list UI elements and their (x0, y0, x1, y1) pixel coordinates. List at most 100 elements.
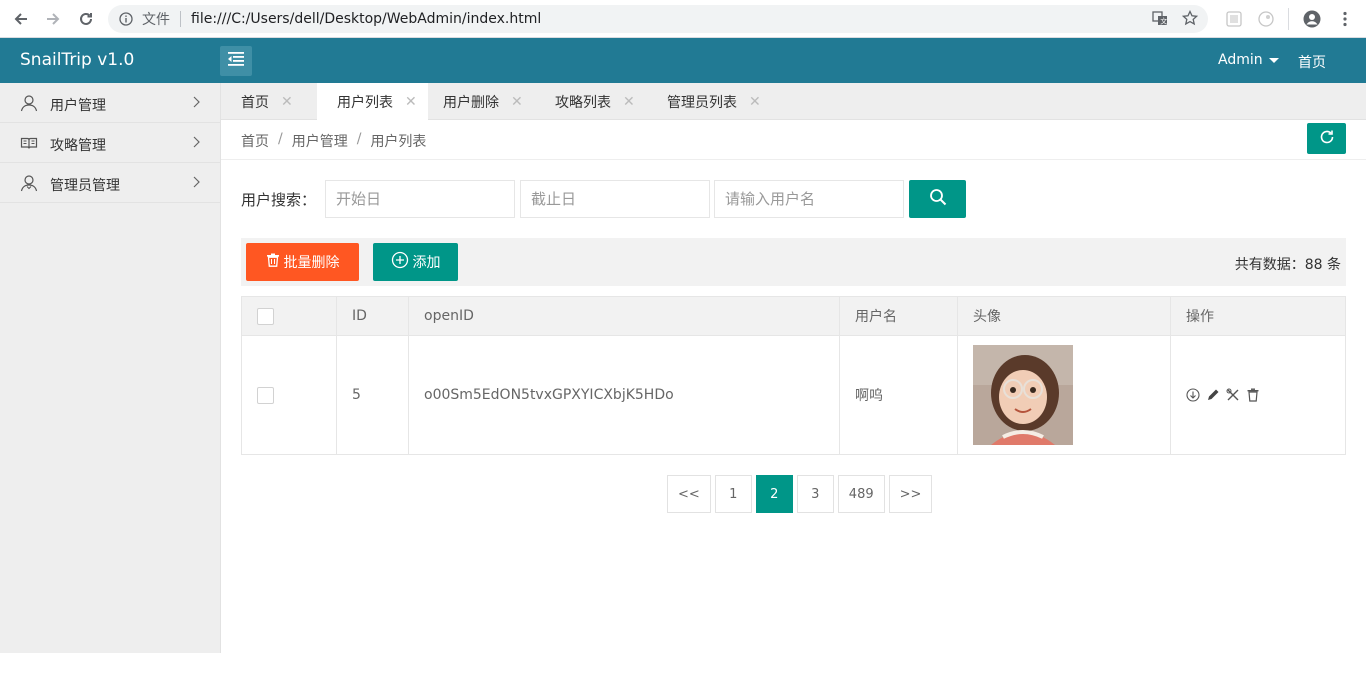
back-arrow-icon[interactable] (10, 8, 32, 30)
page-button[interactable]: 1 (714, 475, 752, 513)
close-icon[interactable]: ✕ (405, 94, 417, 110)
close-icon[interactable]: ✕ (281, 94, 293, 110)
search-button[interactable] (909, 180, 966, 218)
sidebar-item-guide-management[interactable]: 攻略管理 (0, 123, 220, 163)
star-icon[interactable] (1181, 9, 1199, 30)
cell-username: 啊呜 (839, 335, 958, 455)
book-icon (20, 134, 38, 152)
batch-delete-button[interactable]: 批量删除 (246, 243, 359, 281)
breadcrumb-item[interactable]: 用户管理 (292, 131, 348, 151)
breadcrumb-separator: / (356, 131, 362, 147)
trash-icon (266, 253, 280, 271)
column-header-avatar[interactable]: 头像 (957, 296, 1171, 336)
search-label: 用户搜索： (241, 191, 317, 209)
tab-user-list[interactable]: 用户列表 ✕ (317, 83, 428, 121)
close-icon[interactable]: ✕ (511, 94, 523, 110)
reload-icon[interactable] (75, 8, 97, 30)
extension-icon[interactable] (1257, 10, 1275, 28)
sidebar-item-admin-management[interactable]: 管理员管理 (0, 163, 220, 203)
row-checkbox[interactable] (257, 386, 274, 404)
tab-user-delete[interactable]: 用户删除 ✕ (423, 83, 534, 120)
page-button[interactable]: 489 (837, 475, 885, 513)
column-header-username[interactable]: 用户名 (839, 296, 958, 336)
profile-icon[interactable] (1303, 10, 1321, 28)
tab-label: 攻略列表 (555, 94, 611, 111)
chevron-right-icon (190, 95, 204, 109)
tab-guide-list[interactable]: 攻略列表 ✕ (535, 83, 646, 120)
url-text[interactable]: file:///C:/Users/dell/Desktop/WebAdmin/i… (191, 11, 541, 27)
column-header-actions: 操作 (1170, 296, 1346, 336)
extension-icon[interactable] (1225, 10, 1243, 28)
refresh-icon (1319, 129, 1335, 149)
tab-home[interactable]: 首页 ✕ (221, 83, 317, 120)
sidebar-item-user-management[interactable]: 用户管理 (0, 83, 220, 123)
column-header-openid[interactable]: openID (408, 296, 840, 336)
security-label: 文件 (142, 12, 170, 28)
page-bottom-area (0, 653, 1366, 696)
translate-icon[interactable]: 文 (1152, 10, 1168, 30)
tab-admin-list[interactable]: 管理员列表 ✕ (647, 83, 777, 120)
add-label: 添加 (412, 255, 441, 271)
username-search-input[interactable] (714, 180, 904, 218)
page-button[interactable]: 3 (796, 475, 834, 513)
breadcrumb-item: 用户列表 (370, 134, 427, 150)
cell-id: 5 (336, 335, 409, 455)
tab-bar: 首页 ✕ 用户列表 ✕ 用户删除 ✕ 攻略列表 ✕ 管理员列表 ✕ (221, 83, 1366, 121)
info-icon[interactable] (118, 11, 134, 27)
cell-avatar (957, 335, 1171, 455)
address-bar[interactable]: 文件 file:///C:/Users/dell/Desktop/WebAdmi… (108, 5, 1208, 33)
tab-label: 管理员列表 (667, 94, 737, 111)
breadcrumb-bar: 首页 / 用户管理 / 用户列表 (221, 120, 1366, 160)
refresh-button[interactable] (1307, 123, 1346, 154)
menu-icon[interactable] (1336, 10, 1354, 28)
delete-trash-icon[interactable] (1246, 388, 1260, 402)
sidebar: 用户管理 攻略管理 管理员管理 (0, 83, 221, 653)
end-date-input[interactable] (520, 180, 710, 218)
page-last-button[interactable]: >> (888, 475, 933, 513)
caret-down-icon (1268, 57, 1279, 63)
start-date-input[interactable] (325, 180, 515, 218)
search-icon (929, 188, 947, 210)
tab-label: 首页 (241, 94, 269, 111)
toolbar-divider (1288, 8, 1289, 30)
menu-toggle-button[interactable] (220, 46, 252, 76)
user-name: Admin (1218, 52, 1263, 68)
app-logo[interactable]: SnailTrip v1.0 (20, 50, 134, 70)
cell-openid: o00Sm5EdON5tvxGPXYICXbjK5HDo (408, 335, 840, 455)
download-circle-icon[interactable] (1186, 388, 1200, 402)
user-menu[interactable]: Admin (1218, 52, 1279, 68)
user-table: ID openID 用户名 头像 操作 5 o00Sm5EdON5tvxGPXY… (241, 296, 1346, 455)
svg-text:文: 文 (1160, 17, 1167, 26)
pagination: << 1 2 3 489 >> (667, 475, 933, 513)
add-circle-icon (391, 251, 409, 273)
omnibox-divider (180, 11, 181, 27)
table-header-row: ID openID 用户名 头像 操作 (241, 296, 1346, 336)
sidebar-item-label: 攻略管理 (50, 138, 106, 154)
forward-arrow-icon[interactable] (42, 8, 64, 30)
close-icon[interactable]: ✕ (749, 94, 761, 110)
breadcrumb-item[interactable]: 首页 (241, 131, 269, 151)
tab-label: 用户删除 (443, 94, 499, 111)
batch-delete-label: 批量删除 (283, 255, 340, 271)
column-header-id[interactable]: ID (336, 296, 409, 336)
user-icon (20, 94, 38, 112)
admin-user-icon (20, 174, 38, 192)
row-actions (1186, 388, 1345, 402)
app-header: SnailTrip v1.0 Admin 首页 (0, 38, 1366, 83)
tools-icon[interactable] (1226, 388, 1240, 402)
select-all-checkbox[interactable] (257, 307, 274, 325)
home-link[interactable]: 首页 (1298, 52, 1326, 72)
edit-pencil-icon[interactable] (1206, 388, 1220, 402)
chevron-right-icon (190, 175, 204, 189)
close-icon[interactable]: ✕ (623, 94, 635, 110)
sidebar-item-label: 用户管理 (50, 98, 106, 114)
page-button-current[interactable]: 2 (755, 475, 793, 513)
action-bar: 批量删除 添加 共有数据：88 条 (241, 238, 1346, 286)
breadcrumb-separator: / (278, 131, 283, 147)
row-select-cell (241, 335, 337, 455)
add-button[interactable]: 添加 (373, 243, 458, 281)
sidebar-item-label: 管理员管理 (50, 178, 120, 194)
page-first-button[interactable]: << (667, 475, 711, 513)
avatar[interactable] (973, 345, 1073, 445)
breadcrumb: 首页 / 用户管理 / 用户列表 (241, 131, 426, 151)
